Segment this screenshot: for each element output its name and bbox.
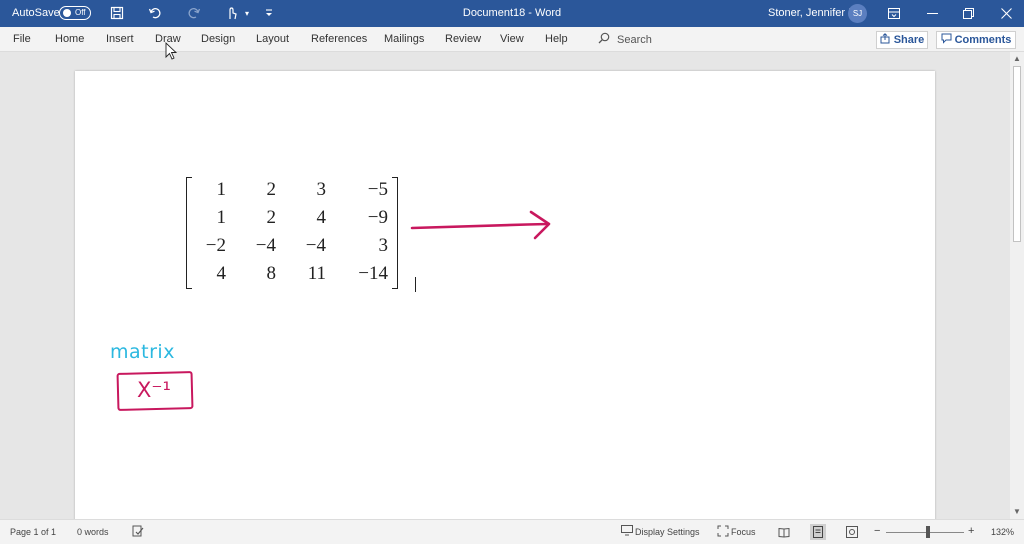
close-icon[interactable] xyxy=(992,2,1020,24)
matrix-cell: 1 xyxy=(216,179,227,200)
search-label: Search xyxy=(617,33,652,46)
matrix-cell: 1 xyxy=(216,207,227,228)
matrix-cell: −9 xyxy=(367,207,388,228)
matrix-cell: 3 xyxy=(316,179,327,200)
tab-design[interactable]: Design xyxy=(201,33,235,45)
share-button[interactable]: Share xyxy=(876,31,928,49)
matrix-cell: −4 xyxy=(255,235,276,256)
matrix-cell: 4 xyxy=(316,207,327,228)
tab-draw[interactable]: Draw xyxy=(155,33,181,45)
matrix-cell: −4 xyxy=(305,235,326,256)
tab-insert[interactable]: Insert xyxy=(106,33,134,45)
comments-label: Comments xyxy=(954,34,1012,46)
scroll-thumb[interactable] xyxy=(1013,66,1021,242)
scroll-down-icon[interactable]: ▼ xyxy=(1013,507,1021,516)
ink-inverse-label: X⁻¹ xyxy=(137,378,171,402)
focus-icon xyxy=(717,525,729,539)
search-icon xyxy=(598,32,610,47)
zoom-out-button[interactable]: − xyxy=(874,525,880,537)
tab-help[interactable]: Help xyxy=(545,33,568,45)
text-cursor xyxy=(415,277,416,292)
matrix-cell: 8 xyxy=(266,263,277,284)
display-settings-button[interactable]: Display Settings xyxy=(635,527,700,537)
proofing-icon[interactable] xyxy=(132,525,144,539)
tab-references[interactable]: References xyxy=(311,33,367,45)
title-bar: AutoSave Off ▾ Document18 - Word Stoner,… xyxy=(0,0,1024,27)
read-mode-icon[interactable] xyxy=(776,524,792,540)
share-icon xyxy=(880,33,891,47)
vertical-scrollbar[interactable]: ▲ ▼ xyxy=(1010,52,1024,519)
web-layout-icon[interactable] xyxy=(844,524,860,540)
print-layout-icon[interactable] xyxy=(810,524,826,540)
zoom-slider-knob[interactable] xyxy=(926,526,930,538)
display-settings-icon xyxy=(621,525,633,538)
matrix-cell: 2 xyxy=(266,179,277,200)
document-title: Document18 - Word xyxy=(462,7,562,19)
matrix-cell: 2 xyxy=(266,207,277,228)
user-name[interactable]: Stoner, Jennifer L xyxy=(768,7,854,19)
zoom-in-button[interactable]: + xyxy=(968,525,974,537)
comments-button[interactable]: Comments xyxy=(936,31,1016,49)
zoom-slider[interactable] xyxy=(886,532,964,533)
matrix-cell: 11 xyxy=(307,263,326,284)
ribbon-display-options-icon[interactable] xyxy=(880,2,908,24)
zoom-level[interactable]: 132% xyxy=(991,527,1014,537)
comment-icon xyxy=(941,33,952,47)
restore-icon[interactable] xyxy=(954,2,982,24)
share-label: Share xyxy=(893,34,925,46)
matrix-equation[interactable]: 1 2 3 −5 1 2 4 −9 −2 −4 −4 3 4 8 11 −14 xyxy=(186,177,398,289)
word-count[interactable]: 0 words xyxy=(77,527,109,537)
scroll-up-icon[interactable]: ▲ xyxy=(1013,54,1021,63)
matrix-cell: −2 xyxy=(205,235,226,256)
tab-layout[interactable]: Layout xyxy=(256,33,289,45)
matrix-cell: −14 xyxy=(358,263,388,284)
tab-file[interactable]: File xyxy=(13,33,31,45)
focus-button[interactable]: Focus xyxy=(731,527,756,537)
matrix-cell: 3 xyxy=(378,235,389,256)
avatar[interactable]: SJ xyxy=(848,4,867,23)
page-info[interactable]: Page 1 of 1 xyxy=(10,527,56,537)
tab-mailings[interactable]: Mailings xyxy=(384,33,424,45)
search-box[interactable]: Search xyxy=(598,32,652,47)
tab-review[interactable]: Review xyxy=(445,33,481,45)
status-bar: Page 1 of 1 0 words Display Settings Foc… xyxy=(0,519,1024,544)
ribbon-tabs: File Home Insert Draw Design Layout Refe… xyxy=(0,27,1024,52)
document-page[interactable] xyxy=(75,71,935,519)
document-canvas[interactable] xyxy=(0,52,1010,519)
right-bracket xyxy=(392,177,398,289)
minimize-icon[interactable] xyxy=(918,2,946,24)
matrix-cell: 4 xyxy=(216,263,227,284)
tab-view[interactable]: View xyxy=(500,33,524,45)
tab-home[interactable]: Home xyxy=(55,33,84,45)
ink-matrix-label: matrix xyxy=(110,341,175,363)
matrix-cell: −5 xyxy=(367,179,388,200)
